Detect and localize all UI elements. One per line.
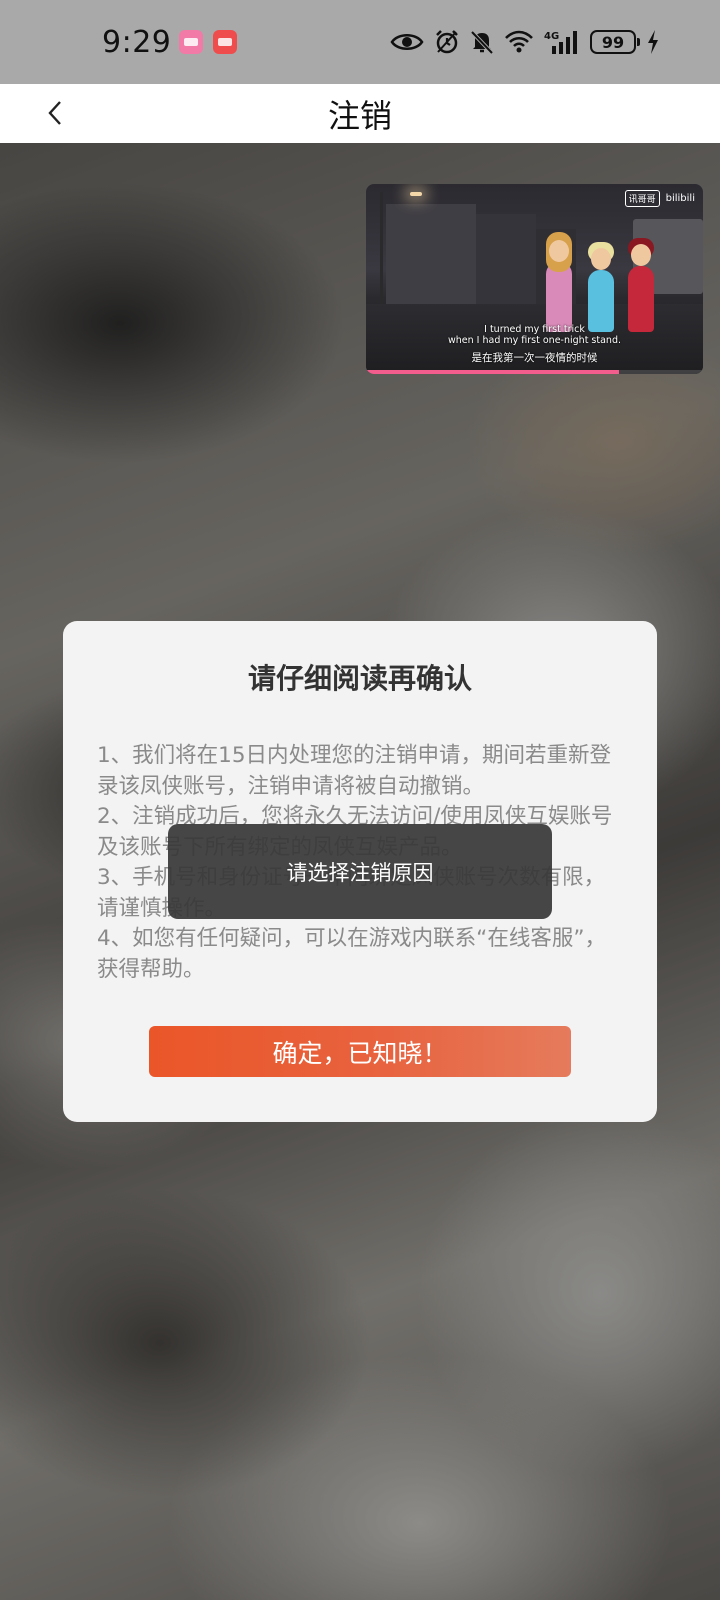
video-brand-logo: bilibili [665,193,695,204]
chevron-left-icon [48,101,61,125]
video-subtitle-english: I turned my first trick when I had my fi… [448,324,621,346]
floating-video-player[interactable]: 讯哥哥 bilibili I turned my first trick whe… [366,184,703,374]
signal-4g-icon: 4G [544,31,577,54]
video-progress-fill [366,370,619,374]
status-icons: 4G 99 [390,29,660,55]
dialog-paragraph: 1、我们将在15日内处理您的注销申请，期间若重新登录该凤侠账号，注销申请将被自动… [97,743,612,799]
status-bar: 9:29 4G 99 [0,0,720,84]
store-icon [213,30,238,54]
video-logo: 讯哥哥 bilibili [624,190,695,207]
eye-icon [390,34,424,50]
status-time: 9:29 [102,24,172,60]
alarm-icon [436,30,458,54]
cartoon-character [588,242,614,332]
charging-icon [648,30,658,54]
mute-icon [470,30,494,55]
page-title: 注销 [327,96,392,135]
cartoon-character [628,238,654,332]
video-subtitle-chinese: 是在我第一次一夜情的时候 [471,352,598,364]
bilibili-icon [179,30,204,54]
battery-icon: 99 [590,30,640,54]
back-button[interactable] [40,96,70,130]
dialog-title: 请仔细阅读再确认 [247,662,472,695]
confirm-button[interactable]: 确定，已知晓！ [149,1026,571,1077]
dialog-paragraph: 4、如您有任何疑问，可以在游戏内联系“在线客服”，获得帮助。 [97,926,606,982]
cartoon-character [546,232,572,332]
wifi-icon [505,30,533,53]
network-type-label: 4G [544,31,559,42]
toast-message: 请选择注销原因 [168,824,552,919]
video-progress-bar [366,370,703,374]
nav-bar: 注销 [0,84,720,143]
status-app-icons [179,30,238,54]
battery-level: 99 [601,32,625,52]
video-tv-badge: 讯哥哥 [624,190,660,207]
